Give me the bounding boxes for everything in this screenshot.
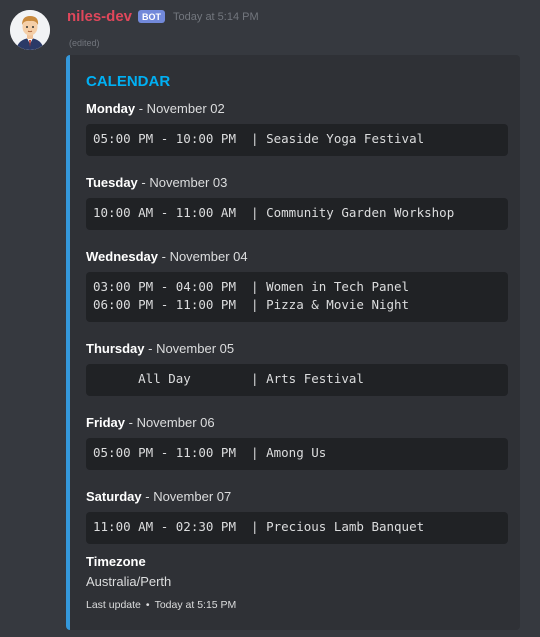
day-heading: Wednesday - November 04: [86, 249, 248, 264]
avatar-image: [10, 10, 50, 50]
event-codeblock: 11:00 AM - 02:30 PM | Precious Lamb Banq…: [86, 512, 508, 544]
event-codeblock: All Day | Arts Festival: [86, 364, 508, 396]
event-line: 10:00 AM - 11:00 AM | Community Garden W…: [93, 205, 455, 220]
timezone-value: Australia/Perth: [86, 574, 172, 589]
embed-title: CALENDAR: [86, 73, 171, 90]
message-header: niles-dev BOT Today at 5:14 PM: [67, 8, 259, 25]
day-heading: Friday - November 06: [86, 415, 215, 430]
day-date: - November 06: [125, 415, 215, 430]
author-name[interactable]: niles-dev: [67, 8, 132, 25]
day-name: Monday: [86, 101, 136, 116]
day-heading: Thursday - November 05: [86, 341, 234, 356]
event-codeblock: 05:00 PM - 10:00 PM | Seaside Yoga Festi…: [86, 124, 508, 156]
calendar-embed: CALENDAR Monday - November 02 05:00 PM -…: [66, 55, 520, 630]
embed-footer: Last update • Today at 5:15 PM: [86, 599, 236, 611]
footer-timestamp: Today at 5:15 PM: [154, 599, 237, 611]
day-date: - November 07: [141, 489, 232, 504]
timezone-label: Timezone: [86, 554, 146, 569]
day-name: Friday: [86, 415, 126, 430]
event-line: 11:00 AM - 02:30 PM | Precious Lamb Banq…: [93, 519, 425, 534]
message-timestamp[interactable]: Today at 5:14 PM: [173, 11, 259, 23]
event-line: 05:00 PM - 11:00 PM | Among Us: [93, 445, 327, 460]
day-date: - November 04: [158, 249, 248, 264]
day-date: - November 03: [137, 175, 228, 190]
day-name: Wednesday: [86, 249, 159, 264]
footer-label: Last update: [86, 599, 141, 611]
day-date: - November 02: [135, 101, 225, 116]
day-name: Saturday: [86, 489, 142, 504]
edited-indicator: (edited): [69, 38, 100, 48]
bot-badge: BOT: [138, 10, 166, 23]
event-line: All Day | Arts Festival: [93, 371, 364, 386]
event-codeblock: 03:00 PM - 04:00 PM | Women in Tech Pane…: [86, 272, 508, 322]
event-line: 06:00 PM - 11:00 PM | Pizza & Movie Nigh…: [93, 297, 410, 312]
day-heading: Saturday - November 07: [86, 489, 231, 504]
event-codeblock: 05:00 PM - 11:00 PM | Among Us: [86, 438, 508, 470]
event-line: 03:00 PM - 04:00 PM | Women in Tech Pane…: [93, 279, 410, 294]
day-name: Tuesday: [86, 175, 138, 190]
avatar[interactable]: [10, 10, 50, 50]
event-codeblock: 10:00 AM - 11:00 AM | Community Garden W…: [86, 198, 508, 230]
day-heading: Tuesday - November 03: [86, 175, 227, 190]
footer-separator: •: [145, 599, 150, 611]
day-heading: Monday - November 02: [86, 101, 225, 116]
day-date: - November 05: [144, 341, 235, 356]
event-line: 05:00 PM - 10:00 PM | Seaside Yoga Festi…: [93, 131, 425, 146]
day-name: Thursday: [86, 341, 145, 356]
